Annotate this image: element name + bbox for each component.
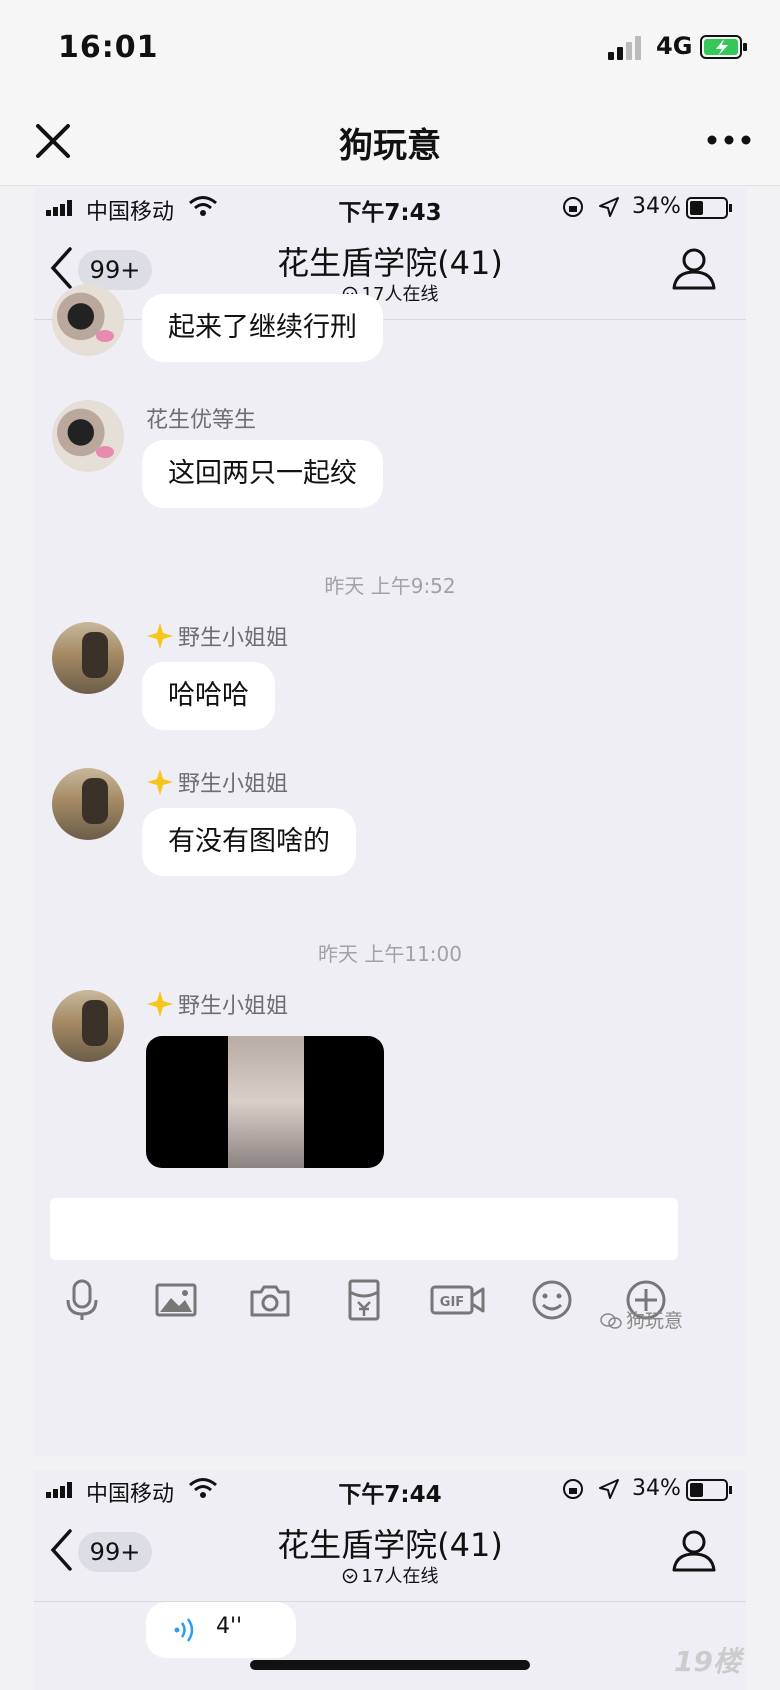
location-icon [599,197,619,217]
video-thumbnail [228,1036,304,1168]
avatar[interactable] [52,990,124,1062]
device-time: 16:01 [58,30,159,65]
more-icon[interactable] [704,120,754,160]
video-message[interactable] [146,1036,384,1168]
online-count: 17人在线 [34,280,746,306]
online-count: 17人在线 [34,1562,746,1588]
emoji-icon[interactable] [530,1278,574,1322]
sender-name: 野生小姐姐 [178,626,289,651]
avatar[interactable] [52,622,124,694]
page-title: 狗玩意 [339,126,441,166]
svg-text:GIF: GIF [440,1295,464,1310]
wechat-watermark: 狗玩意 [600,1306,683,1333]
avatar[interactable] [52,400,124,472]
group-name: 花生盾学院(41) [277,244,503,282]
rotation-lock-icon [563,197,583,217]
avatar[interactable] [52,768,124,840]
message-bubble[interactable]: 起来了继续行刑 [142,294,383,362]
microphone-icon[interactable] [60,1278,104,1322]
location-icon [599,1479,619,1499]
wechat-nav-bar: 狗玩意 [0,96,780,186]
message-timestamp: 昨天 上午11:00 [318,942,462,966]
chat-header: 99+ 花生盾学院(41) 17人在线 [34,1510,746,1602]
gif-icon[interactable]: GIF [430,1278,486,1322]
message-bubble[interactable]: 有没有图啥的 [142,808,356,876]
site-watermark: 19楼 [674,1645,741,1678]
rotation-lock-icon [563,1479,583,1499]
battery-icon [686,1479,732,1501]
voice-duration: 4'' [216,1614,243,1639]
battery-charging-icon [700,35,747,59]
sender-name-row: 野生小姐姐 [146,620,288,652]
message-bubble[interactable]: 这回两只一起绞 [142,440,383,508]
message-bubble[interactable]: 哈哈哈 [142,662,275,730]
image-icon[interactable] [154,1278,198,1322]
online-count-text: 17人在线 [361,1566,439,1587]
star-icon [147,623,173,649]
chat-header: 99+ 花生盾学院(41) 17人在线 [34,228,746,320]
qq-chat-screenshot-2: 中国移动 下午7:44 34% 99+ 花生盾学院(41) 17人在线 4'' [34,1470,746,1690]
message-input[interactable] [50,1198,678,1260]
network-type: 4G [656,32,693,60]
sender-name: 花生优等生 [146,408,257,433]
sender-name: 野生小姐姐 [178,994,289,1019]
qq-chat-screenshot: 中国移动 下午7:43 34% 99+ 花生盾学院(41) 17人在线 起来了继… [34,188,746,1456]
home-indicator[interactable] [250,1660,530,1670]
group-members-icon[interactable] [668,1528,718,1574]
star-icon [147,769,173,795]
sender-name-row: 野生小姐姐 [146,988,288,1020]
group-members-icon[interactable] [668,246,718,292]
camera-icon[interactable] [248,1278,292,1322]
wechat-logo-icon [600,1313,622,1329]
battery-percent: 34% [632,1476,681,1501]
sender-name: 野生小姐姐 [178,772,289,797]
voice-wave-icon [174,1618,194,1642]
watermark-text: 狗玩意 [626,1310,684,1332]
device-status-bar: 16:01 4G [0,0,780,96]
star-icon [147,991,173,1017]
cell-signal-icon [608,36,641,60]
red-packet-icon[interactable] [342,1278,386,1322]
battery-icon [686,197,732,219]
message-timestamp: 昨天 上午9:52 [324,574,456,598]
group-name: 花生盾学院(41) [277,1526,503,1564]
chevron-down-icon [342,1568,357,1584]
voice-message[interactable]: 4'' [146,1602,296,1658]
avatar[interactable] [52,284,124,356]
qq-status-bar: 中国移动 下午7:44 34% [34,1470,746,1510]
battery-percent: 34% [632,194,681,219]
qq-status-bar: 中国移动 下午7:43 34% [34,188,746,228]
sender-name-row: 野生小姐姐 [146,766,288,798]
